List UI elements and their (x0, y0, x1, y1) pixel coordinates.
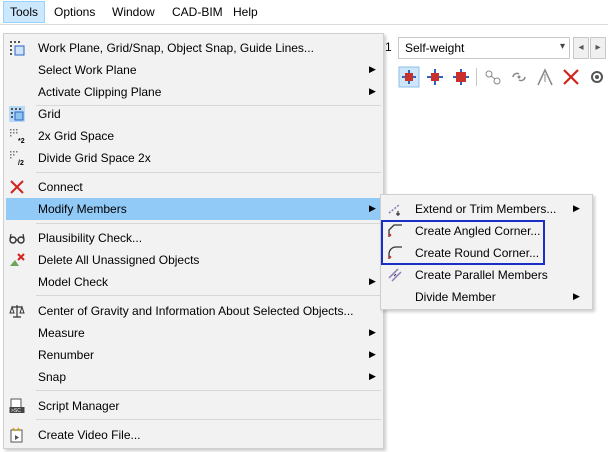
svg-text:>SC: >SC (11, 408, 21, 414)
menu-item-renumber[interactable]: Renumber ▶ (6, 344, 381, 366)
extend-trim-icon (387, 201, 403, 217)
menu-item-label: Select Work Plane (38, 63, 137, 77)
menu-separator (36, 419, 381, 420)
load-case-name: Self-weight (405, 41, 465, 55)
submenu-item-extend-trim[interactable]: Extend or Trim Members... ▶ (383, 198, 590, 220)
menu-help[interactable]: Help (227, 2, 264, 22)
parallel-members-icon (387, 267, 403, 283)
menu-item-center-of-gravity[interactable]: Center of Gravity and Information About … (6, 300, 381, 322)
menu-item-label: Grid (38, 107, 61, 121)
submenu-item-label: Create Parallel Members (415, 268, 548, 282)
submenu-arrow-icon: ▶ (369, 64, 376, 74)
submenu-arrow-icon: ▶ (573, 291, 580, 301)
scale-icon (9, 303, 25, 319)
submenu-arrow-icon: ▶ (369, 349, 376, 359)
submenu-arrow-icon: ▶ (369, 276, 376, 286)
menu-item-label: Delete All Unassigned Objects (38, 253, 200, 267)
submenu-arrow-icon: ▶ (369, 203, 376, 213)
menu-item-label: Script Manager (38, 399, 120, 413)
link-icon[interactable] (508, 66, 530, 88)
menu-item-plausibility-check[interactable]: Plausibility Check... (6, 227, 381, 249)
menu-item-label: Connect (38, 180, 83, 194)
menu-separator (36, 172, 381, 173)
menu-item-label: Activate Clipping Plane (38, 85, 162, 99)
tools-menu: Work Plane, Grid/Snap, Object Snap, Guid… (3, 33, 384, 449)
submenu-item-parallel-members[interactable]: Create Parallel Members (383, 264, 590, 286)
menu-window[interactable]: Window (106, 2, 161, 22)
view-mode-3-icon[interactable] (450, 66, 472, 88)
highlight-callout-box (381, 220, 545, 265)
glasses-icon (9, 230, 25, 246)
menu-item-label: Model Check (38, 275, 109, 289)
menu-separator (36, 390, 381, 391)
grid-double-icon: *2 (9, 128, 25, 145)
menu-item-label: Measure (38, 326, 85, 340)
menu-item-model-check[interactable]: Model Check ▶ (6, 271, 381, 293)
grid-icon (9, 106, 25, 122)
menu-separator (36, 295, 381, 296)
chevron-down-icon: ▾ (559, 41, 565, 52)
menu-item-label: Modify Members (38, 202, 127, 216)
load-case-number: 1 (385, 40, 392, 54)
delete-unassigned-icon (9, 252, 25, 268)
menu-cad-bim[interactable]: CAD-BIM (166, 2, 229, 22)
view-mode-1-icon[interactable] (398, 66, 420, 88)
menu-item-activate-clipping-plane[interactable]: Activate Clipping Plane ▶ (6, 81, 381, 103)
menu-item-script-manager[interactable]: >SC Script Manager (6, 395, 381, 417)
menu-item-label: Snap (38, 370, 67, 384)
nodes-icon[interactable] (482, 66, 504, 88)
triangle-icon[interactable] (534, 66, 556, 88)
toolbar-separator (476, 68, 477, 86)
menu-item-measure[interactable]: Measure ▶ (6, 322, 381, 344)
submenu-arrow-icon: ▶ (369, 371, 376, 381)
menu-item-label: Create Video File... (38, 428, 141, 442)
script-icon: >SC (9, 398, 25, 414)
menu-item-work-plane[interactable]: Work Plane, Grid/Snap, Object Snap, Guid… (6, 37, 381, 59)
menu-separator (36, 223, 381, 224)
submenu-item-label: Extend or Trim Members... (415, 202, 557, 216)
previous-load-case-button[interactable]: ◂ (573, 37, 589, 59)
menu-item-label: Plausibility Check... (38, 231, 143, 245)
menu-item-2x-grid-space[interactable]: *2 2x Grid Space (6, 125, 381, 147)
submenu-item-label: Divide Member (415, 290, 496, 304)
menu-item-select-work-plane[interactable]: Select Work Plane ▶ (6, 59, 381, 81)
menu-item-label: 2x Grid Space (38, 129, 115, 143)
submenu-arrow-icon: ▶ (369, 327, 376, 337)
close-red-icon[interactable] (560, 66, 582, 88)
menu-item-connect[interactable]: Connect (6, 176, 381, 198)
submenu-arrow-icon: ▶ (573, 203, 580, 213)
menu-tools[interactable]: Tools (3, 1, 46, 23)
menu-item-delete-unassigned[interactable]: Delete All Unassigned Objects (6, 249, 381, 271)
menu-item-label: Divide Grid Space 2x (38, 151, 151, 165)
settings-icon[interactable] (586, 66, 608, 88)
grid-divide-icon: /2 (9, 150, 25, 167)
view-mode-2-icon[interactable] (424, 66, 446, 88)
menu-item-label: Center of Gravity and Information About … (38, 304, 354, 318)
load-case-select[interactable]: Self-weight ▾ (398, 37, 570, 59)
next-load-case-button[interactable]: ▸ (590, 37, 606, 59)
menu-bar: Tools Options Window CAD-BIM Help (0, 0, 608, 25)
submenu-item-divide-member[interactable]: Divide Member ▶ (383, 286, 590, 308)
connect-icon (9, 179, 25, 195)
svg-text:/2: /2 (18, 160, 24, 166)
menu-item-modify-members[interactable]: Modify Members ▶ (6, 198, 381, 220)
submenu-arrow-icon: ▶ (369, 86, 376, 96)
svg-text:*2: *2 (18, 138, 25, 144)
menu-item-snap[interactable]: Snap ▶ (6, 366, 381, 388)
video-icon (9, 427, 25, 443)
work-plane-icon (9, 40, 25, 56)
menu-item-grid[interactable]: Grid (6, 103, 381, 125)
menu-options[interactable]: Options (48, 2, 101, 22)
menu-item-label: Renumber (38, 348, 95, 362)
menu-item-create-video[interactable]: Create Video File... (6, 424, 381, 446)
menu-item-divide-grid-space[interactable]: /2 Divide Grid Space 2x (6, 147, 381, 169)
menu-item-label: Work Plane, Grid/Snap, Object Snap, Guid… (38, 41, 314, 55)
